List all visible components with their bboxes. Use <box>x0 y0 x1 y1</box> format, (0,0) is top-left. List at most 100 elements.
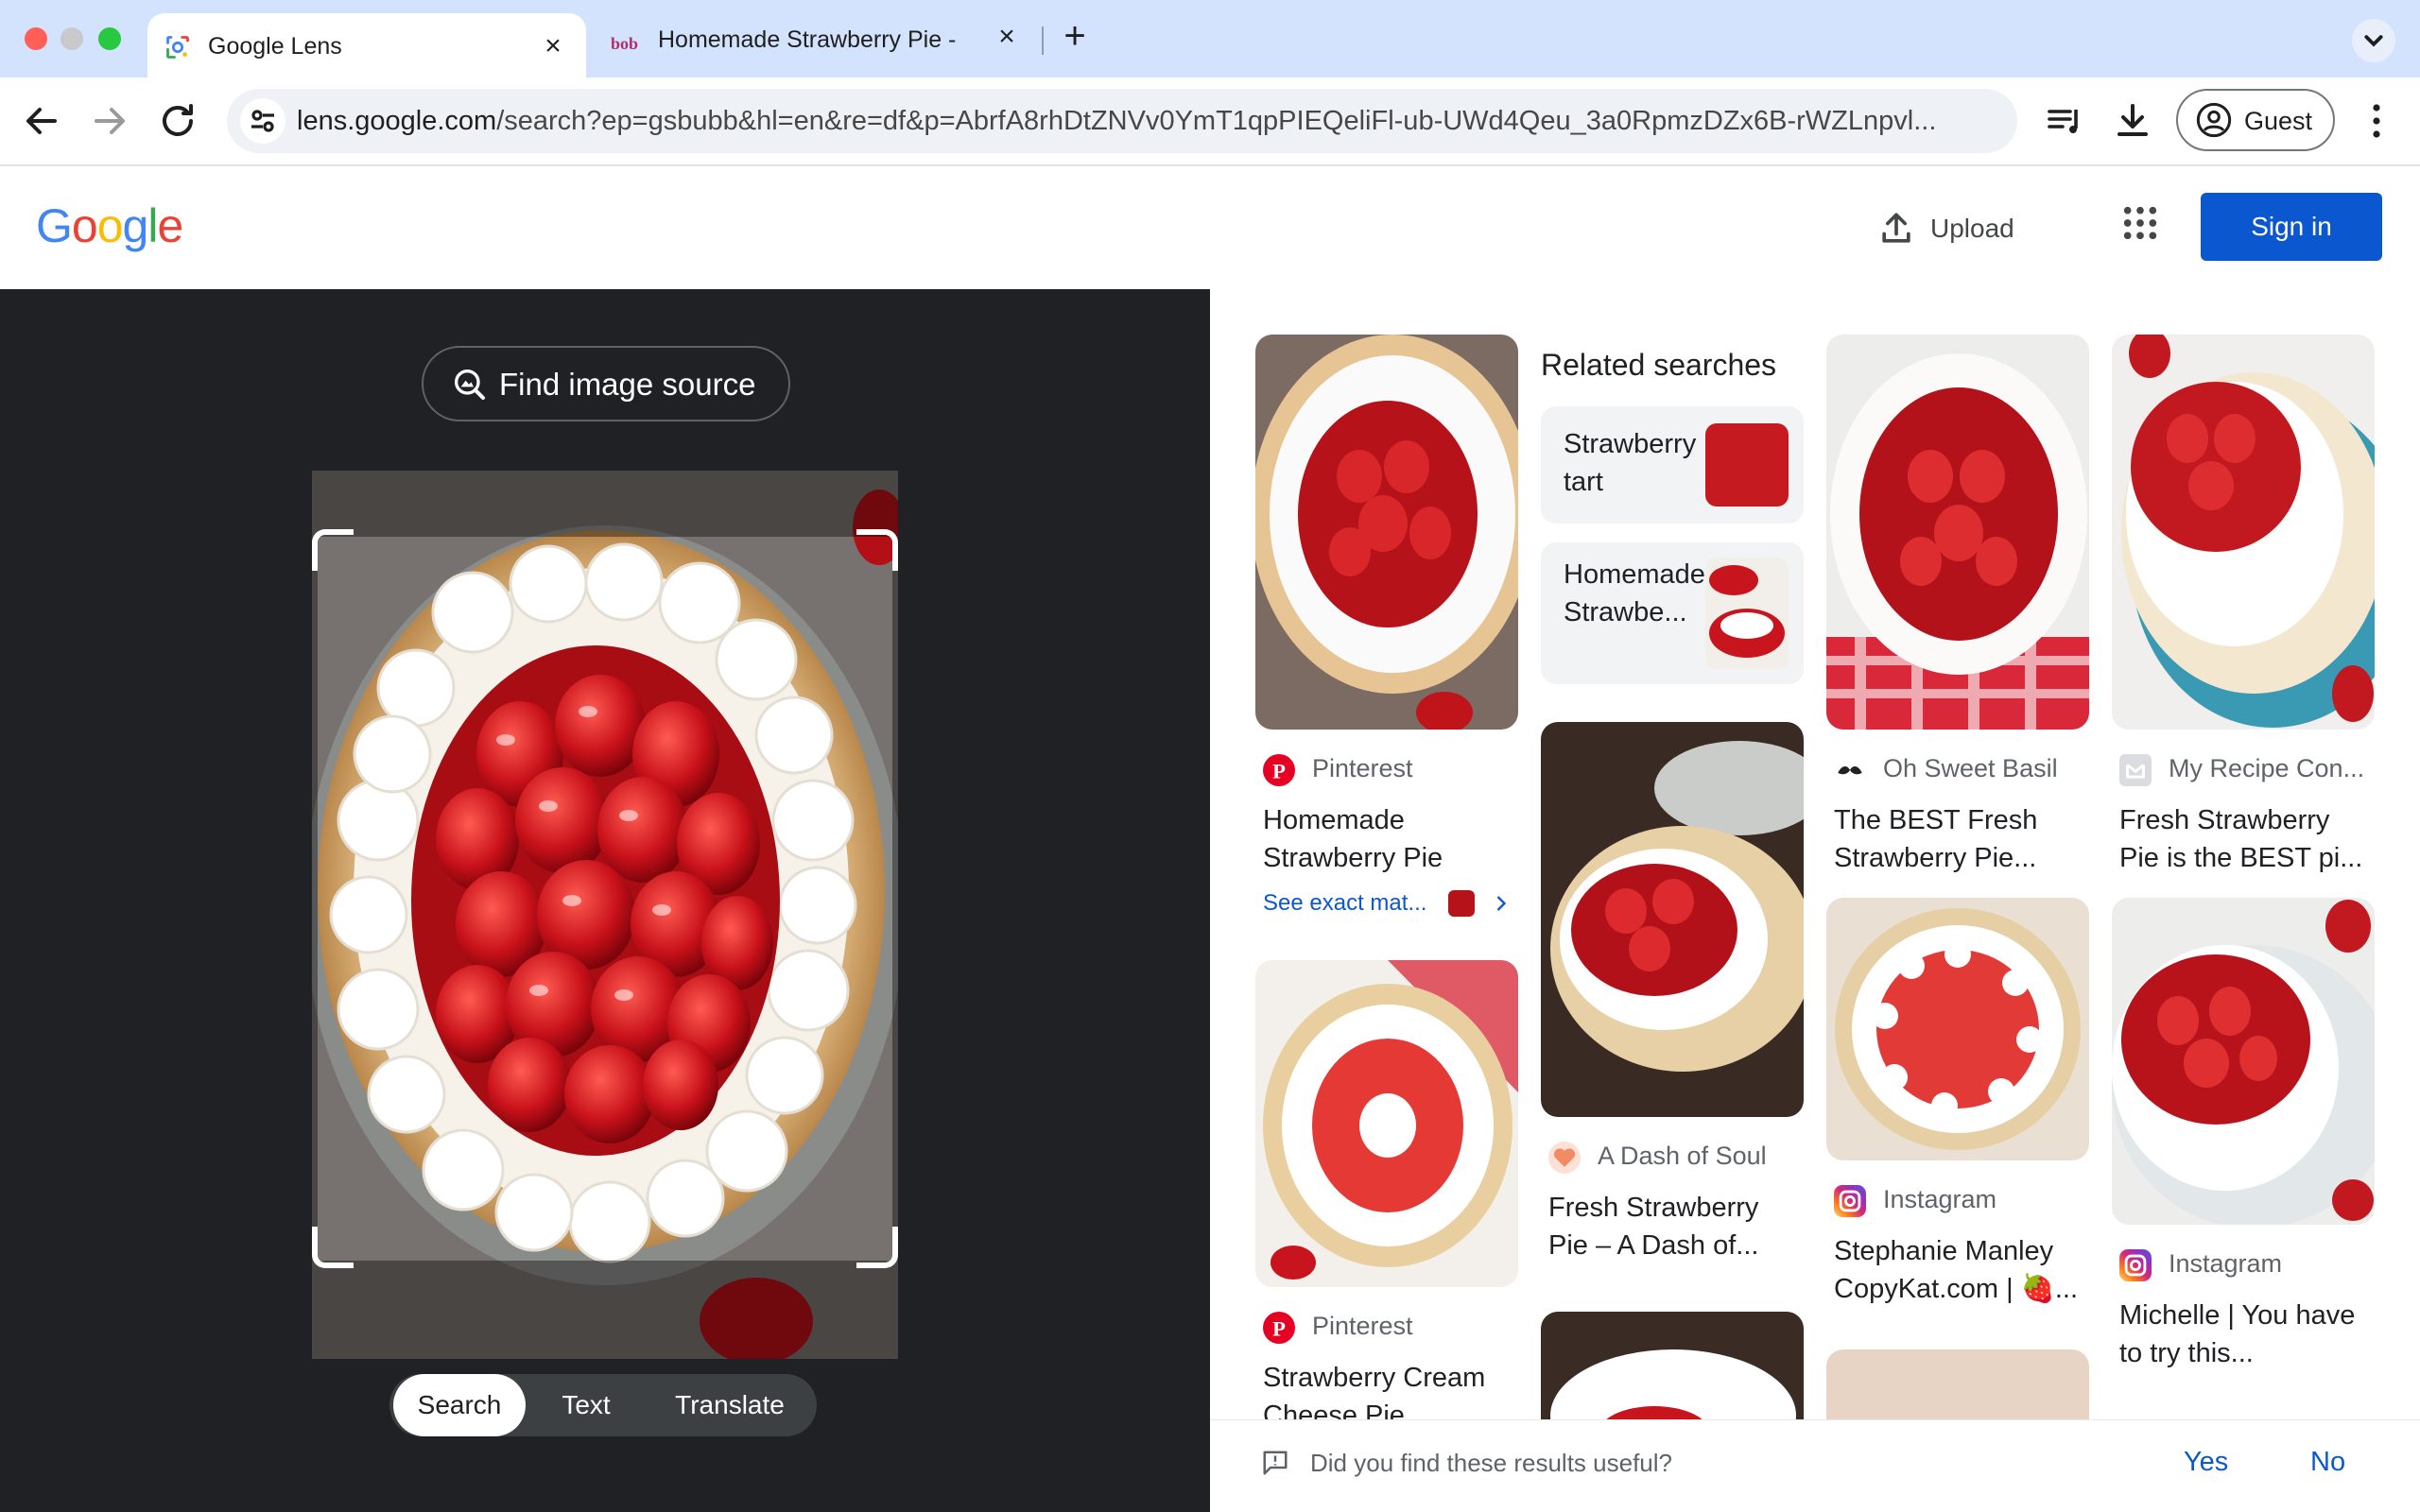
pinterest-icon: P <box>1263 1312 1295 1344</box>
zoom-window-button[interactable] <box>98 27 121 50</box>
feedback-yes-button[interactable]: Yes <box>2184 1447 2228 1478</box>
result-title[interactable]: Michelle | You have to try this... <box>2119 1297 2367 1372</box>
logo-letter: G <box>36 199 73 252</box>
result-source[interactable]: P Pinterest <box>1255 1308 1518 1349</box>
result-image[interactable] <box>2112 898 2375 1225</box>
result-title[interactable]: The BEST Fresh Strawberry Pie... <box>1834 801 2082 877</box>
tab-search-button[interactable] <box>2352 19 2395 62</box>
results-column-3: Oh Sweet Basil The BEST Fresh Strawberry… <box>1826 335 2089 1444</box>
tab-strip: Google Lens × bob Homemade Strawberry Pi… <box>0 0 2420 79</box>
site-info-button[interactable] <box>240 98 285 144</box>
google-logo[interactable]: Google <box>36 198 183 253</box>
tab-strawberry-pie[interactable]: bob Homemade Strawberry Pie - × <box>596 13 1040 70</box>
results-column-2: Related searches Strawberry tart Homemad… <box>1541 335 1804 1463</box>
crop-handle-bottom-right[interactable] <box>856 1227 898 1268</box>
pie-thumbnail <box>1541 722 1804 1117</box>
result-source[interactable]: P Pinterest <box>1255 750 1518 792</box>
related-search-thumbnail <box>1705 558 1789 669</box>
visual-matches-panel: P Pinterest Homemade Strawberry Pie See … <box>1210 289 2420 1512</box>
upload-label: Upload <box>1930 214 2014 243</box>
result-source[interactable]: Instagram <box>1826 1181 2089 1223</box>
mode-text-tab[interactable]: Text <box>526 1374 647 1436</box>
crop-handle-top-right[interactable] <box>856 529 898 571</box>
mode-translate-tab[interactable]: Translate <box>647 1374 813 1436</box>
pie-thumbnail <box>1255 960 1518 1287</box>
url-path: /search?ep=gsbubb&hl=en&re=df&p=AbrfA8rh… <box>496 106 1937 136</box>
see-exact-matches-link[interactable]: See exact mat... <box>1263 890 1511 928</box>
mode-search-tab[interactable]: Search <box>393 1374 526 1436</box>
media-controls-icon[interactable] <box>2042 98 2087 144</box>
url-text: lens.google.com/search?ep=gsbubb&hl=en&r… <box>297 106 1936 137</box>
strawberry-pie-photo <box>312 471 898 1359</box>
google-apps-icon[interactable] <box>2121 204 2159 242</box>
svg-text:P: P <box>1272 760 1286 783</box>
minimize-window-button[interactable] <box>60 27 83 50</box>
source-name: Instagram <box>1883 1185 1997 1213</box>
result-image[interactable] <box>1826 898 2089 1160</box>
pie-thumbnail <box>2112 335 2375 730</box>
svg-text:P: P <box>1272 1317 1286 1341</box>
pie-thumbnail <box>1826 335 2089 730</box>
close-tab-icon[interactable]: × <box>991 21 1023 53</box>
result-image[interactable] <box>1255 960 1518 1287</box>
crop-handle-top-left[interactable] <box>312 529 354 571</box>
result-title[interactable]: Homemade Strawberry Pie <box>1263 801 1511 877</box>
query-image[interactable] <box>312 471 898 1359</box>
result-image[interactable] <box>1826 335 2089 730</box>
result-source[interactable]: A Dash of Soul <box>1541 1138 1804 1179</box>
close-window-button[interactable] <box>25 27 47 50</box>
back-arrow-icon[interactable] <box>19 98 64 144</box>
logo-letter: o <box>71 199 98 252</box>
source-name: A Dash of Soul <box>1598 1142 1767 1170</box>
feedback-no-button[interactable]: No <box>2310 1447 2345 1478</box>
pie-thumbnail <box>2112 898 2375 1225</box>
feedback-question: Did you find these results useful? <box>1310 1449 1672 1477</box>
logo-letter: e <box>157 199 183 252</box>
chevron-right-icon <box>1496 896 1507 911</box>
crop-handle-bottom-left[interactable] <box>312 1227 354 1268</box>
instagram-icon <box>2119 1249 2152 1281</box>
tab-google-lens[interactable]: Google Lens × <box>147 13 586 79</box>
download-icon[interactable] <box>2110 98 2155 144</box>
find-image-source-label: Find image source <box>499 367 756 402</box>
find-image-source-button[interactable]: Find image source <box>422 346 790 421</box>
forward-arrow-icon[interactable] <box>87 98 132 144</box>
sign-in-button[interactable]: Sign in <box>2201 193 2382 261</box>
result-image[interactable] <box>1541 722 1804 1117</box>
related-search-label: Strawberry tart <box>1564 429 1697 497</box>
browser-toolbar: lens.google.com/search?ep=gsbubb&hl=en&r… <box>0 77 2420 166</box>
more-vertical-icon[interactable] <box>2354 98 2399 144</box>
address-bar[interactable]: lens.google.com/search?ep=gsbubb&hl=en&r… <box>227 89 2017 153</box>
heart-icon <box>1548 1142 1581 1174</box>
new-tab-button[interactable]: + <box>1056 17 1094 59</box>
related-search-thumbnail <box>1705 423 1789 507</box>
lens-mode-selector: Search Text Translate <box>389 1374 817 1436</box>
tune-icon <box>251 110 274 132</box>
result-source[interactable]: Oh Sweet Basil <box>1826 750 2089 792</box>
close-tab-icon[interactable]: × <box>537 30 569 62</box>
source-name: Oh Sweet Basil <box>1883 754 2058 782</box>
profile-button[interactable]: Guest <box>2176 89 2335 151</box>
chevron-down-icon <box>2364 35 2383 47</box>
related-searches-heading: Related searches <box>1541 348 1777 382</box>
result-source[interactable]: Instagram <box>2112 1246 2375 1287</box>
crop-shade-left <box>312 537 318 1261</box>
feedback-bar: Did you find these results useful? Yes N… <box>1210 1419 2420 1512</box>
result-title[interactable]: Fresh Strawberry Pie is the BEST pi... <box>2119 801 2367 877</box>
profile-label: Guest <box>2244 107 2313 135</box>
reload-icon[interactable] <box>155 98 200 144</box>
related-search-chip[interactable]: Strawberry tart <box>1541 406 1804 524</box>
tab-title: Google Lens <box>208 33 342 60</box>
result-title[interactable]: Stephanie Manley CopyKat.com | 🍓... <box>1834 1232 2082 1308</box>
related-search-chip[interactable]: Homemade Strawbe... <box>1541 542 1804 684</box>
crop-shade-bottom <box>312 1261 898 1359</box>
crop-shade-top <box>312 471 898 537</box>
result-image[interactable] <box>1255 335 1518 730</box>
result-source[interactable]: My Recipe Con... <box>2112 750 2375 792</box>
lens-header: Google Upload Sign in <box>0 166 2420 289</box>
pinterest-icon: P <box>1263 754 1295 786</box>
result-image[interactable] <box>2112 335 2375 730</box>
tab-divider <box>1042 26 1044 55</box>
result-title[interactable]: Fresh Strawberry Pie – A Dash of... <box>1548 1189 1796 1264</box>
logo-letter: l <box>147 199 158 252</box>
